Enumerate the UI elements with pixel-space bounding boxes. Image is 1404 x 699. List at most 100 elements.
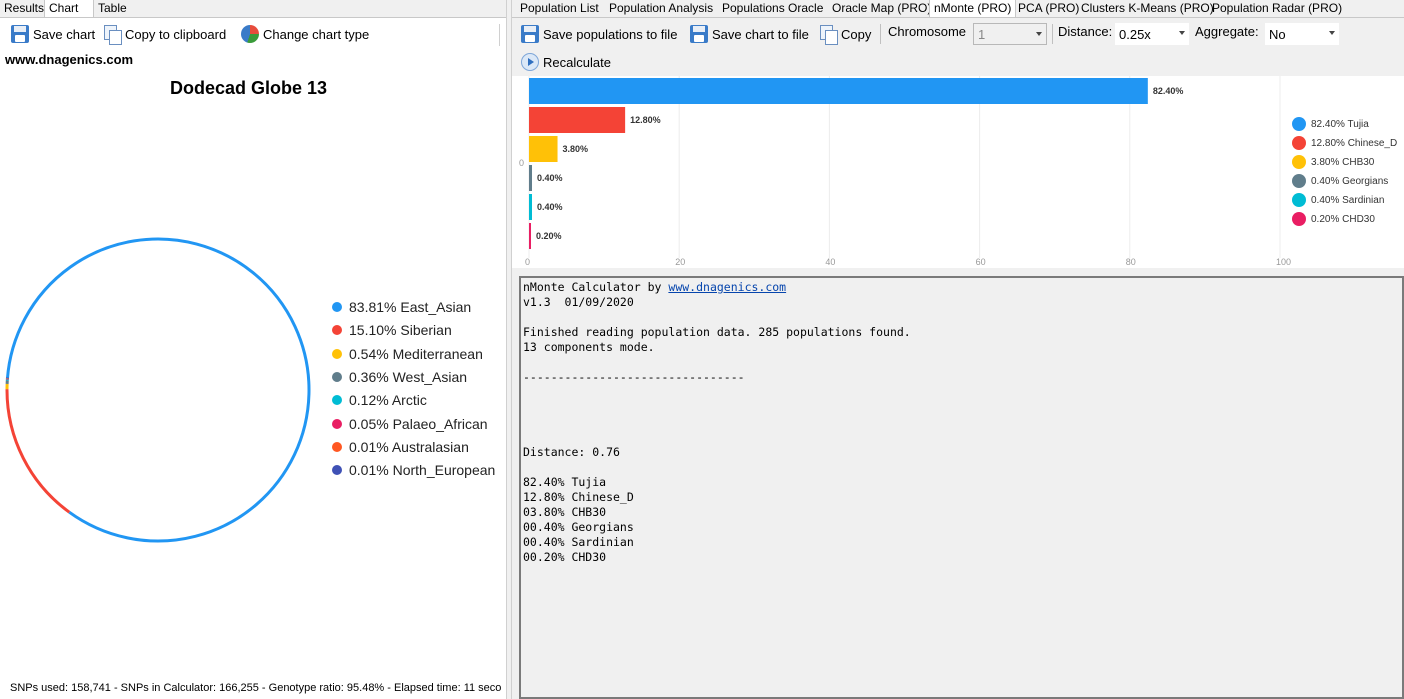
output-line: 03.80% CHB30 [523, 505, 607, 519]
legend-swatch [1292, 212, 1306, 226]
copy-to-clipboard-button[interactable]: Copy to clipboard [103, 20, 226, 48]
copy-button[interactable]: Copy [819, 20, 871, 48]
status-bar-text: SNPs used: 158,741 - SNPs in Calculator:… [10, 682, 502, 694]
x-tick-label: 40 [825, 257, 836, 267]
pie-legend-item: 15.10% Siberian [332, 320, 452, 340]
pie-legend-item: 83.81% East_Asian [332, 297, 471, 317]
right-tabbar: Population List Population Analysis Popu… [512, 0, 1404, 18]
bar-value-label: 3.80% [562, 144, 589, 154]
output-line: v1.3 01/09/2020 [523, 295, 634, 309]
bar-chinese_d [529, 107, 626, 133]
bar-legend-item: 12.80% Chinese_D [1292, 135, 1397, 151]
output-line: 82.40% Tujia [523, 475, 607, 489]
legend-swatch [1292, 174, 1306, 188]
tab-oracle-map[interactable]: Oracle Map (PRO) [828, 0, 935, 16]
legend-swatch [332, 325, 342, 336]
save-chart-to-file-label: Save chart to file [712, 26, 809, 42]
legend-swatch [1292, 193, 1306, 207]
legend-label: 15.10% Siberian [349, 322, 452, 339]
chromosome-label: Chromosome [888, 24, 967, 39]
bar-value-label: 0.20% [536, 231, 562, 241]
bar-legend-item: 0.40% Sardinian [1292, 192, 1384, 208]
tab-populations-oracle[interactable]: Populations Oracle [718, 0, 827, 16]
left-toolbar: Save chart Copy to clipboard Change char… [0, 20, 500, 48]
chevron-down-icon [1036, 32, 1042, 36]
output-line: 13 components mode. [523, 340, 655, 354]
pie-legend-item: 0.01% Australasian [332, 437, 469, 457]
copy-to-clipboard-label: Copy to clipboard [125, 26, 227, 42]
pie-legend-item: 0.05% Palaeo_African [332, 414, 488, 434]
change-chart-type-button[interactable]: Change chart type [241, 20, 369, 48]
legend-swatch [332, 418, 342, 429]
legend-swatch [332, 441, 342, 452]
recalculate-button[interactable]: Recalculate [521, 48, 611, 76]
distance-select[interactable]: 0.25x [1115, 23, 1189, 45]
bar-legend-item: 82.40% Tujia [1292, 116, 1369, 132]
save-populations-label: Save populations to file [543, 26, 678, 42]
distance-value: 0.25x [1119, 26, 1151, 42]
tab-results[interactable]: Results [0, 0, 44, 16]
tab-chart[interactable]: Chart [44, 0, 94, 17]
pie-slice-siberian [5, 389, 71, 514]
legend-label: 0.01% Australasian [349, 438, 469, 455]
bar-sardinian [529, 194, 533, 220]
pie-chart-icon [241, 25, 259, 43]
legend-label: 0.36% West_Asian [349, 368, 468, 385]
output-line: 12.80% Chinese_D [523, 490, 634, 504]
bar-value-label: 0.40% [537, 202, 563, 212]
legend-label: 0.20% CHD30 [1311, 213, 1375, 225]
x-tick-label: 60 [975, 257, 986, 267]
bar-value-label: 12.80% [630, 115, 661, 125]
aggregate-label: Aggregate: [1195, 24, 1259, 39]
output-line: Finished reading population data. 285 po… [523, 325, 911, 339]
tab-pca[interactable]: PCA (PRO) [1014, 0, 1083, 16]
toolbar-separator [1052, 24, 1053, 44]
legend-label: 0.12% Arctic [349, 392, 427, 409]
legend-label: 0.01% North_European [349, 462, 496, 479]
aggregate-select[interactable]: No [1265, 23, 1339, 45]
bar-legend-item: 0.40% Georgians [1292, 173, 1388, 189]
tab-clusters-kmeans[interactable]: Clusters K-Means (PRO) [1077, 0, 1218, 16]
legend-swatch [332, 465, 342, 476]
chevron-down-icon [1179, 31, 1185, 35]
toolbar-divider [499, 24, 500, 46]
site-link[interactable]: www.dnagenics.com [5, 52, 133, 67]
tab-population-radar[interactable]: Population Radar (PRO) [1208, 0, 1346, 16]
output-site-link[interactable]: www.dnagenics.com [668, 280, 786, 294]
chromosome-value: 1 [978, 26, 986, 42]
output-line: 00.20% CHD30 [523, 550, 607, 564]
pie-slice-east_asian [5, 237, 311, 543]
tab-population-analysis[interactable]: Population Analysis [605, 0, 717, 16]
legend-label: 0.05% Palaeo_African [349, 415, 488, 432]
chromosome-select[interactable]: 1 [973, 23, 1047, 45]
chevron-down-icon [1329, 31, 1335, 35]
recalculate-label: Recalculate [543, 54, 611, 70]
save-populations-button[interactable]: Save populations to file [521, 20, 677, 48]
chart-title: Dodecad Globe 13 [169, 78, 328, 98]
floppy-disk-icon [11, 25, 29, 43]
tab-population-list[interactable]: Population List [516, 0, 603, 16]
bar-value-label: 82.40% [1152, 86, 1184, 96]
save-chart-to-file-button[interactable]: Save chart to file [690, 20, 809, 48]
bar-tujia [529, 78, 1148, 104]
save-chart-button[interactable]: Save chart [11, 20, 95, 48]
output-console[interactable]: nMonte Calculator by www.dnagenics.com v… [519, 276, 1404, 699]
output-line: 00.40% Sardinian [523, 535, 634, 549]
tab-nmonte[interactable]: nMonte (PRO) [929, 0, 1017, 17]
output-line: 00.40% Georgians [523, 520, 634, 534]
save-chart-label: Save chart [33, 26, 96, 42]
legend-swatch [1292, 117, 1306, 131]
copy-label: Copy [841, 26, 872, 42]
x-tick-label: 100 [1276, 257, 1292, 267]
bar-chart-panel: 0 20 40 60 80 100 0 82.40% 82.40% Tujia 12.80% 12.… [512, 76, 1404, 268]
output-header-line: nMonte Calculator by www.dnagenics.com [523, 280, 786, 294]
legend-swatch [1292, 136, 1306, 150]
tab-table[interactable]: Table [94, 0, 134, 16]
right-pane: Population List Population Analysis Popu… [512, 0, 1404, 699]
legend-label: 83.81% East_Asian [349, 299, 472, 315]
legend-swatch [332, 371, 342, 382]
floppy-disk-icon [521, 25, 539, 43]
legend-label: 12.80% Chinese_D [1311, 137, 1398, 149]
legend-label: 0.40% Sardinian [1311, 194, 1385, 206]
x-tick-label: 20 [675, 257, 686, 267]
